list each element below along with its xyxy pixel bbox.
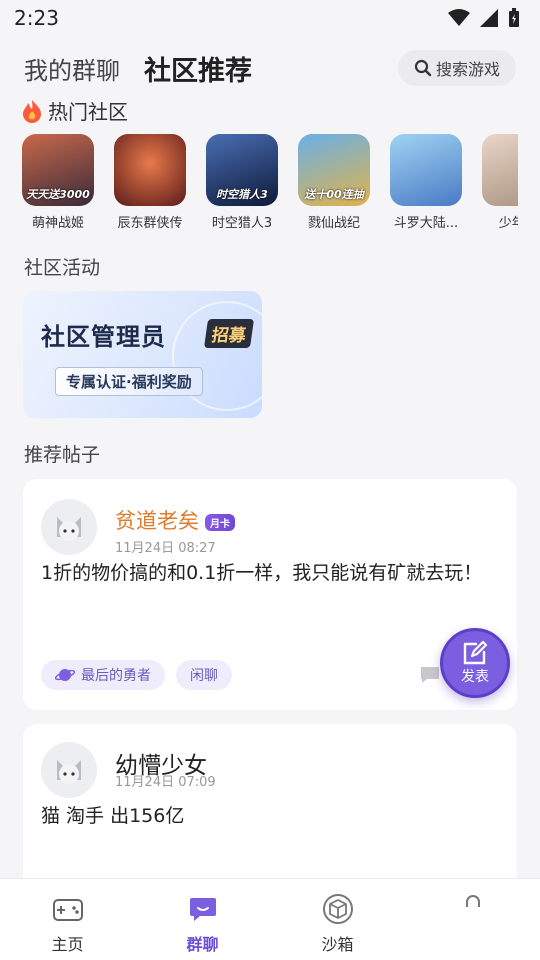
cube-icon [322, 893, 354, 925]
gamepad-icon [52, 893, 84, 925]
community-item[interactable]: 天天送3000 萌神战姬 [22, 134, 94, 234]
game-badge: 天天送3000 [26, 188, 90, 201]
game-name: 萌神战姬 [31, 216, 84, 231]
nav-home-label: 主页 [51, 935, 84, 954]
game-icon-luxian: 送十00连抽 [298, 134, 370, 206]
tag-topic[interactable]: 闲聊 [176, 660, 232, 690]
community-item[interactable]: 时空猎人3 时空猎人3 [206, 134, 278, 234]
profile-icon [457, 893, 489, 925]
battery-icon [509, 8, 519, 27]
activities-title: 社区活动 [24, 257, 101, 279]
signal-icon [480, 9, 498, 27]
tab-community-recommend[interactable]: 社区推荐 [144, 49, 252, 88]
top-tabs: 我的群聊 社区推荐 搜索游戏 [24, 46, 516, 90]
default-avatar-icon [57, 760, 81, 784]
nav-home[interactable]: 主页 [0, 879, 135, 960]
planet-icon [55, 669, 75, 681]
default-avatar-icon [57, 517, 81, 541]
avatar[interactable] [41, 499, 97, 555]
hot-communities-heading: 热门社区 [22, 96, 128, 125]
game-name: 少年... [498, 216, 518, 231]
game-name: 戮仙战纪 [307, 216, 360, 231]
avatar[interactable] [41, 742, 97, 798]
comment-icon[interactable] [419, 665, 441, 685]
game-name: 辰东群侠传 [117, 216, 183, 231]
nav-profile[interactable] [405, 879, 540, 960]
post-content: 猫 淘手 出156亿 [41, 805, 185, 827]
tag-label: 最后的勇者 [81, 668, 151, 684]
community-item[interactable]: 送十00连抽 戮仙战纪 [298, 134, 370, 234]
game-icon-shaonian [482, 134, 518, 206]
status-time: 2:23 [14, 6, 59, 30]
recruit-banner[interactable]: 社区管理员 招募 专属认证·福利奖励 [23, 291, 262, 418]
banner-subtitle: 专属认证·福利奖励 [55, 367, 203, 396]
community-item[interactable]: 辰东群侠传 [114, 134, 186, 234]
tag-community[interactable]: 最后的勇者 [41, 660, 165, 690]
post-time: 11月24日 08:27 [115, 541, 216, 556]
status-icons [448, 8, 520, 28]
author-name-text: 贫道老矣 [115, 509, 199, 533]
posts-section-title: 推荐帖子 [24, 444, 101, 466]
banner-title: 社区管理员 [41, 323, 166, 351]
tab-my-groups[interactable]: 我的群聊 [24, 51, 120, 86]
search-label: 搜索游戏 [435, 60, 500, 79]
community-item[interactable]: 斗罗大陆... [390, 134, 462, 234]
hot-communities-title: 热门社区 [48, 100, 128, 124]
compose-label: 发表 [461, 669, 489, 685]
game-icon-shikong: 时空猎人3 [206, 134, 278, 206]
nav-groups-label: 群聊 [186, 935, 219, 954]
edit-icon [463, 640, 488, 665]
post-time: 11月24日 07:09 [115, 775, 216, 790]
game-name: 斗罗大陆... [393, 216, 459, 231]
hot-community-list: 天天送3000 萌神战姬 辰东群侠传 时空猎人3 时空猎人3 送十00连抽 戮仙… [22, 134, 518, 234]
banner-tag: 招募 [203, 319, 255, 348]
month-card-badge: 月卡 [205, 513, 235, 531]
nav-groups[interactable]: 群聊 [135, 879, 270, 960]
nav-sandbox-label: 沙箱 [321, 935, 354, 954]
nav-sandbox[interactable]: 沙箱 [270, 879, 405, 960]
game-badge: 时空猎人3 [216, 188, 268, 201]
game-badge: 送十00连抽 [304, 188, 364, 201]
status-bar: 2:23 [0, 0, 540, 36]
post-card[interactable]: 幼懵少女 11月24日 07:09 猫 淘手 出156亿 [23, 724, 517, 904]
game-icon-douluo [390, 134, 462, 206]
compose-post-button[interactable]: 发表 [440, 628, 510, 698]
author-name[interactable]: 贫道老矣 月卡 [115, 505, 235, 535]
search-icon [414, 59, 432, 77]
search-button[interactable]: 搜索游戏 [398, 50, 516, 86]
game-name: 时空猎人3 [211, 216, 273, 231]
chat-bubble-icon [187, 893, 219, 925]
game-icon-chendong [114, 134, 186, 206]
wifi-icon [448, 9, 470, 26]
game-icon-mengshen: 天天送3000 [22, 134, 94, 206]
community-item[interactable]: 少年... [482, 134, 518, 234]
fire-icon [23, 99, 41, 123]
post-content: 1折的物价搞的和0.1折一样，我只能说有矿就去玩！ [41, 562, 483, 584]
tag-label: 闲聊 [190, 668, 218, 684]
bottom-nav: 主页 群聊 沙箱 [0, 878, 540, 960]
